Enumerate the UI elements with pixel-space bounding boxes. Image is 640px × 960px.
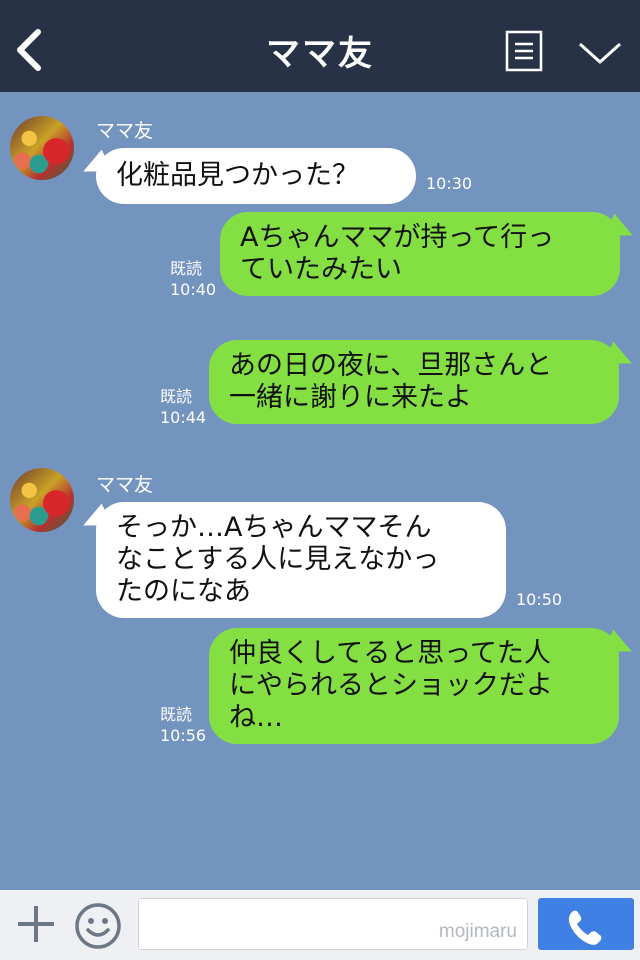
sender-name: ママ友 (96, 120, 154, 142)
message-line: ね… (229, 702, 283, 733)
message-time: 10:30 (426, 174, 473, 193)
chevron-down-icon (578, 42, 622, 64)
read-label: 既読 (160, 705, 193, 724)
plus-icon (18, 906, 54, 942)
message-bubble-outgoing[interactable]: 仲良くしてると思ってた人 にやられるとショックだよ ね… (209, 628, 619, 744)
message-bubble-incoming[interactable]: 化粧品見つかった？ (96, 148, 416, 204)
message-input[interactable]: mojimaru (138, 898, 528, 950)
read-label: 既読 (170, 259, 203, 278)
phone-icon (568, 910, 602, 945)
message-line: あの日の夜に、旦那さんと (229, 350, 553, 381)
avatar[interactable] (10, 116, 74, 180)
message-line: にやられるとショックだよ (229, 670, 553, 701)
message-time: 10:44 (160, 408, 207, 427)
message-bubble-incoming[interactable]: そっか…Aちゃんママそん なことする人に見えなかっ たのになあ (96, 502, 506, 618)
message-line: ていたみたい (240, 254, 402, 285)
chat-area[interactable]: ママ友 化粧品見つかった？ 10:30 既読 10:40 Aちゃんママが持って行… (0, 92, 640, 890)
message-bubble-outgoing[interactable]: あの日の夜に、旦那さんと 一緒に謝りに来たよ (209, 340, 619, 424)
call-button[interactable] (538, 898, 634, 950)
message-line: Aちゃんママが持って行っ (240, 222, 555, 253)
avatar[interactable] (10, 468, 74, 532)
read-receipt: 既読 10:44 (160, 386, 206, 428)
chat-title: ママ友 (266, 34, 374, 74)
watermark: mojimaru (438, 921, 517, 942)
message-bubble-outgoing[interactable]: Aちゃんママが持って行っ ていたみたい (220, 212, 620, 296)
menu-icon (505, 30, 543, 72)
collapse-button[interactable] (576, 36, 624, 68)
read-receipt: 既読 10:40 (170, 258, 216, 300)
chat-header: ママ友 (0, 0, 640, 92)
sender-name: ママ友 (96, 474, 154, 496)
message-time: 10:40 (170, 280, 217, 299)
message-line: なことする人に見えなかっ (116, 544, 440, 575)
back-button[interactable] (10, 26, 50, 74)
message-time: 10:56 (160, 726, 207, 745)
message-time: 10:50 (516, 590, 563, 609)
message-line: たのになあ (116, 576, 251, 607)
message-line: 仲良くしてると思ってた人 (229, 638, 551, 669)
emoji-icon (75, 903, 121, 949)
message-line: 一緒に謝りに来たよ (229, 382, 472, 413)
emoji-button[interactable] (74, 902, 122, 950)
input-bar: mojimaru (0, 890, 640, 960)
menu-button[interactable] (505, 30, 543, 72)
back-arrow-icon (17, 29, 41, 71)
add-button[interactable] (14, 902, 58, 946)
read-receipt: 既読 10:56 (160, 704, 206, 746)
read-label: 既読 (160, 387, 193, 406)
message-line: そっか…Aちゃんママそん (116, 512, 432, 543)
message-line: 化粧品見つかった？ (116, 160, 359, 191)
